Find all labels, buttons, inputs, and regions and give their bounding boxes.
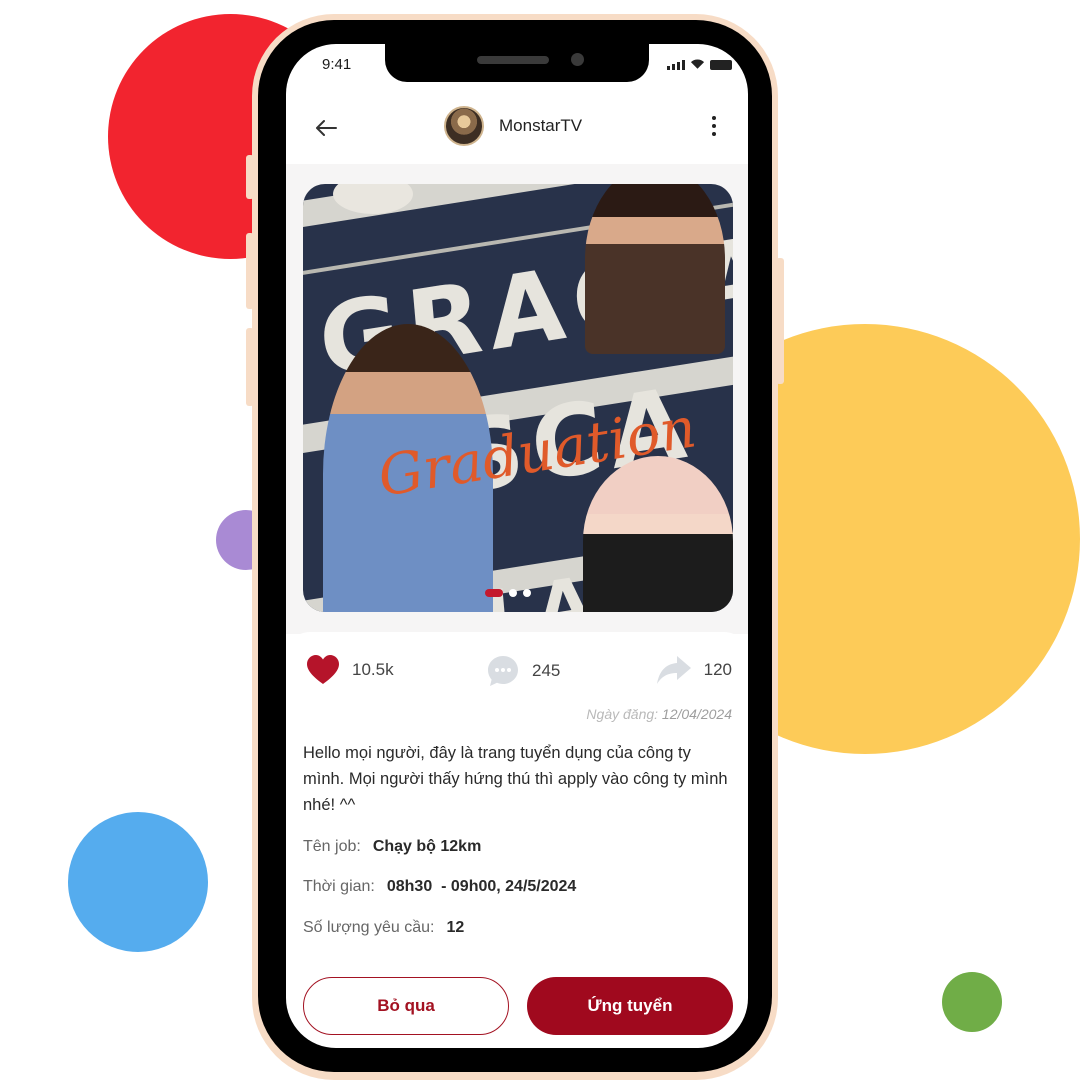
camera-icon: [571, 53, 584, 66]
wifi-icon: [690, 59, 705, 69]
carousel-dot[interactable]: [509, 589, 517, 597]
profile-header[interactable]: MonstarTV: [444, 106, 582, 146]
battery-icon: [710, 60, 732, 70]
carousel-dots[interactable]: [485, 589, 531, 597]
decor-circle-blue: [68, 812, 208, 952]
status-icons: [667, 58, 732, 70]
post-date-value: 12/04/2024: [661, 706, 732, 722]
post-date-label: Ngày đăng:: [586, 706, 659, 722]
status-time: 9:41: [322, 56, 352, 73]
notch: [385, 44, 649, 82]
comment-icon: [488, 656, 518, 686]
like-button[interactable]: 10.5k: [306, 654, 394, 686]
comment-button[interactable]: 245: [486, 654, 560, 688]
heart-icon: [307, 655, 339, 684]
speaker-icon: [477, 56, 549, 64]
back-arrow-icon[interactable]: [312, 114, 340, 142]
more-options-icon[interactable]: [712, 116, 716, 136]
field-label: Thời gian:: [303, 878, 375, 895]
signal-icon: [667, 60, 685, 70]
avatar[interactable]: [444, 106, 484, 146]
share-count: 120: [703, 660, 732, 679]
field-value: 08h30 - 09h00, 24/5/2024: [386, 878, 577, 895]
post-caption: Hello mọi người, đây là trang tuyển dụng…: [303, 744, 728, 814]
field-value: Chạy bộ 12km: [372, 838, 482, 855]
carousel-dot[interactable]: [523, 589, 531, 597]
field-quantity: Số lượng yêu cầu: 12: [303, 919, 464, 937]
field-job-name: Tên job: Chạy bộ 12km: [303, 838, 481, 856]
skip-button[interactable]: Bỏ qua: [303, 977, 509, 1035]
username[interactable]: MonstarTV: [499, 116, 582, 136]
comment-count: 245: [532, 661, 561, 680]
like-count: 10.5k: [352, 660, 394, 679]
poster-person: [585, 184, 725, 354]
field-value: 12: [446, 919, 465, 936]
decor-circle-green: [942, 972, 1002, 1032]
apply-button[interactable]: Ứng tuyển: [527, 977, 733, 1035]
carousel-dot-active[interactable]: [485, 589, 503, 597]
field-label: Tên job:: [303, 838, 361, 855]
post-image[interactable]: GRACIA CISCA ENLA Graduation: [303, 184, 733, 612]
phone-screen: 9:41 MonstarTV GRACIA CISCA ENLA Graduat…: [286, 44, 748, 1048]
post-date: Ngày đăng: 12/04/2024: [586, 706, 732, 722]
share-button[interactable]: 120: [656, 654, 732, 686]
field-time: Thời gian: 08h30 - 09h00, 24/5/2024: [303, 878, 576, 896]
poster-person: [583, 456, 733, 612]
field-label: Số lượng yêu cầu:: [303, 919, 435, 936]
share-icon: [656, 656, 691, 684]
